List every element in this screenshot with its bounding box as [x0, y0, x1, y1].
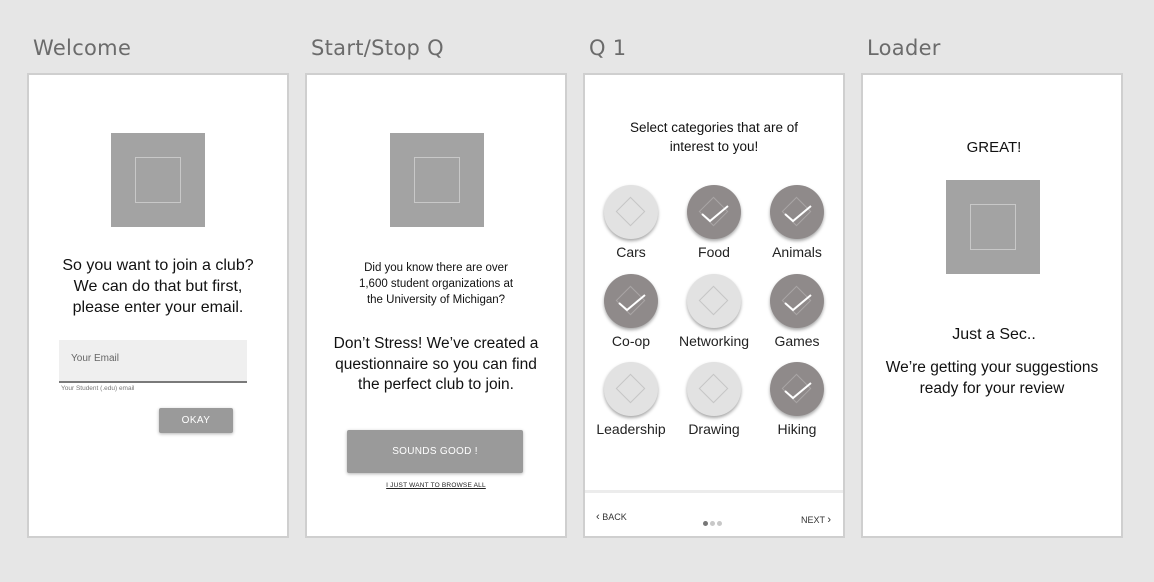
category-food[interactable]: Food: [669, 185, 759, 260]
diamond-icon: [615, 196, 646, 227]
chevron-left-icon: ‹: [596, 511, 600, 523]
great-heading: GREAT!: [966, 139, 1022, 156]
category-label: Drawing: [688, 421, 740, 437]
checkmark-icon: [618, 294, 646, 312]
category-leadership[interactable]: Leadership: [586, 362, 676, 437]
page-dot: [710, 521, 715, 526]
just-a-sec-text: Just a Sec..: [952, 326, 1036, 343]
category-selected-circle[interactable]: [770, 274, 824, 328]
q1-footer: ‹ BACK NEXT ›: [585, 490, 843, 536]
back-label: BACK: [602, 512, 627, 522]
next-label: NEXT: [800, 515, 825, 525]
page-indicator: [703, 513, 724, 531]
category-circle[interactable]: [604, 185, 658, 239]
screen-label-q1: Q 1: [589, 36, 627, 60]
category-label: Leadership: [596, 421, 666, 437]
checkmark-icon: [784, 294, 812, 312]
category-label: Networking: [678, 333, 750, 349]
category-circle[interactable]: [687, 274, 741, 328]
email-field[interactable]: Your Email: [59, 340, 247, 383]
fact-text: Did you know there are over 1,600 studen…: [358, 262, 514, 306]
image-placeholder-icon: [111, 133, 205, 227]
screen-label-welcome: Welcome: [33, 36, 132, 60]
category-co-op[interactable]: Co-op: [586, 274, 676, 349]
page-dot: [703, 521, 708, 526]
start-stop-screen: Did you know there are over 1,600 studen…: [305, 73, 567, 538]
category-networking[interactable]: Networking: [669, 274, 759, 349]
category-selected-circle[interactable]: [687, 185, 741, 239]
image-placeholder-icon: [946, 180, 1040, 274]
browse-all-link[interactable]: I JUST WANT TO BROWSE ALL: [307, 482, 565, 489]
loader-screen: GREAT! Just a Sec.. We’re getting your s…: [861, 73, 1123, 538]
q1-title: Select categories that are of interest t…: [629, 120, 799, 154]
diamond-icon: [698, 285, 729, 316]
category-drawing[interactable]: Drawing: [669, 362, 759, 437]
stress-text: Don’t Stress! We’ve created a questionna…: [333, 335, 539, 393]
category-label: Co-op: [611, 333, 651, 349]
category-label: Games: [774, 333, 820, 349]
category-selected-circle[interactable]: [770, 362, 824, 416]
next-button[interactable]: NEXT ›: [801, 514, 831, 526]
q1-screen: Select categories that are of interest t…: [583, 73, 845, 538]
chevron-right-icon: ›: [827, 514, 831, 526]
diamond-icon: [615, 373, 646, 404]
checkmark-icon: [784, 205, 812, 223]
category-label: Hiking: [777, 421, 817, 437]
email-placeholder: Your Email: [71, 353, 119, 364]
category-animals[interactable]: Animals: [752, 185, 842, 260]
category-circle[interactable]: [687, 362, 741, 416]
category-games[interactable]: Games: [752, 274, 842, 349]
email-helper-text: Your Student (.edu) email: [61, 385, 135, 392]
welcome-screen: So you want to join a club? We can do th…: [27, 73, 289, 538]
welcome-question: So you want to join a club? We can do th…: [62, 257, 254, 316]
image-placeholder-icon: [390, 133, 484, 227]
category-label: Animals: [772, 244, 822, 260]
category-circle[interactable]: [604, 362, 658, 416]
checkmark-icon: [701, 205, 729, 223]
sounds-good-button[interactable]: SOUNDS GOOD !: [347, 430, 523, 473]
screen-label-loader: Loader: [867, 36, 941, 60]
category-hiking[interactable]: Hiking: [752, 362, 842, 437]
category-selected-circle[interactable]: [770, 185, 824, 239]
category-selected-circle[interactable]: [604, 274, 658, 328]
diamond-icon: [698, 373, 729, 404]
category-label: Food: [698, 244, 730, 260]
back-button[interactable]: ‹ BACK: [596, 511, 627, 523]
checkmark-icon: [784, 382, 812, 400]
screen-label-start-stop: Start/Stop Q: [311, 36, 444, 60]
category-cars[interactable]: Cars: [586, 185, 676, 260]
page-dot: [717, 521, 722, 526]
loading-message: We’re getting your suggestions ready for…: [885, 359, 1099, 397]
okay-button[interactable]: OKAY: [159, 408, 233, 433]
category-label: Cars: [616, 244, 646, 260]
